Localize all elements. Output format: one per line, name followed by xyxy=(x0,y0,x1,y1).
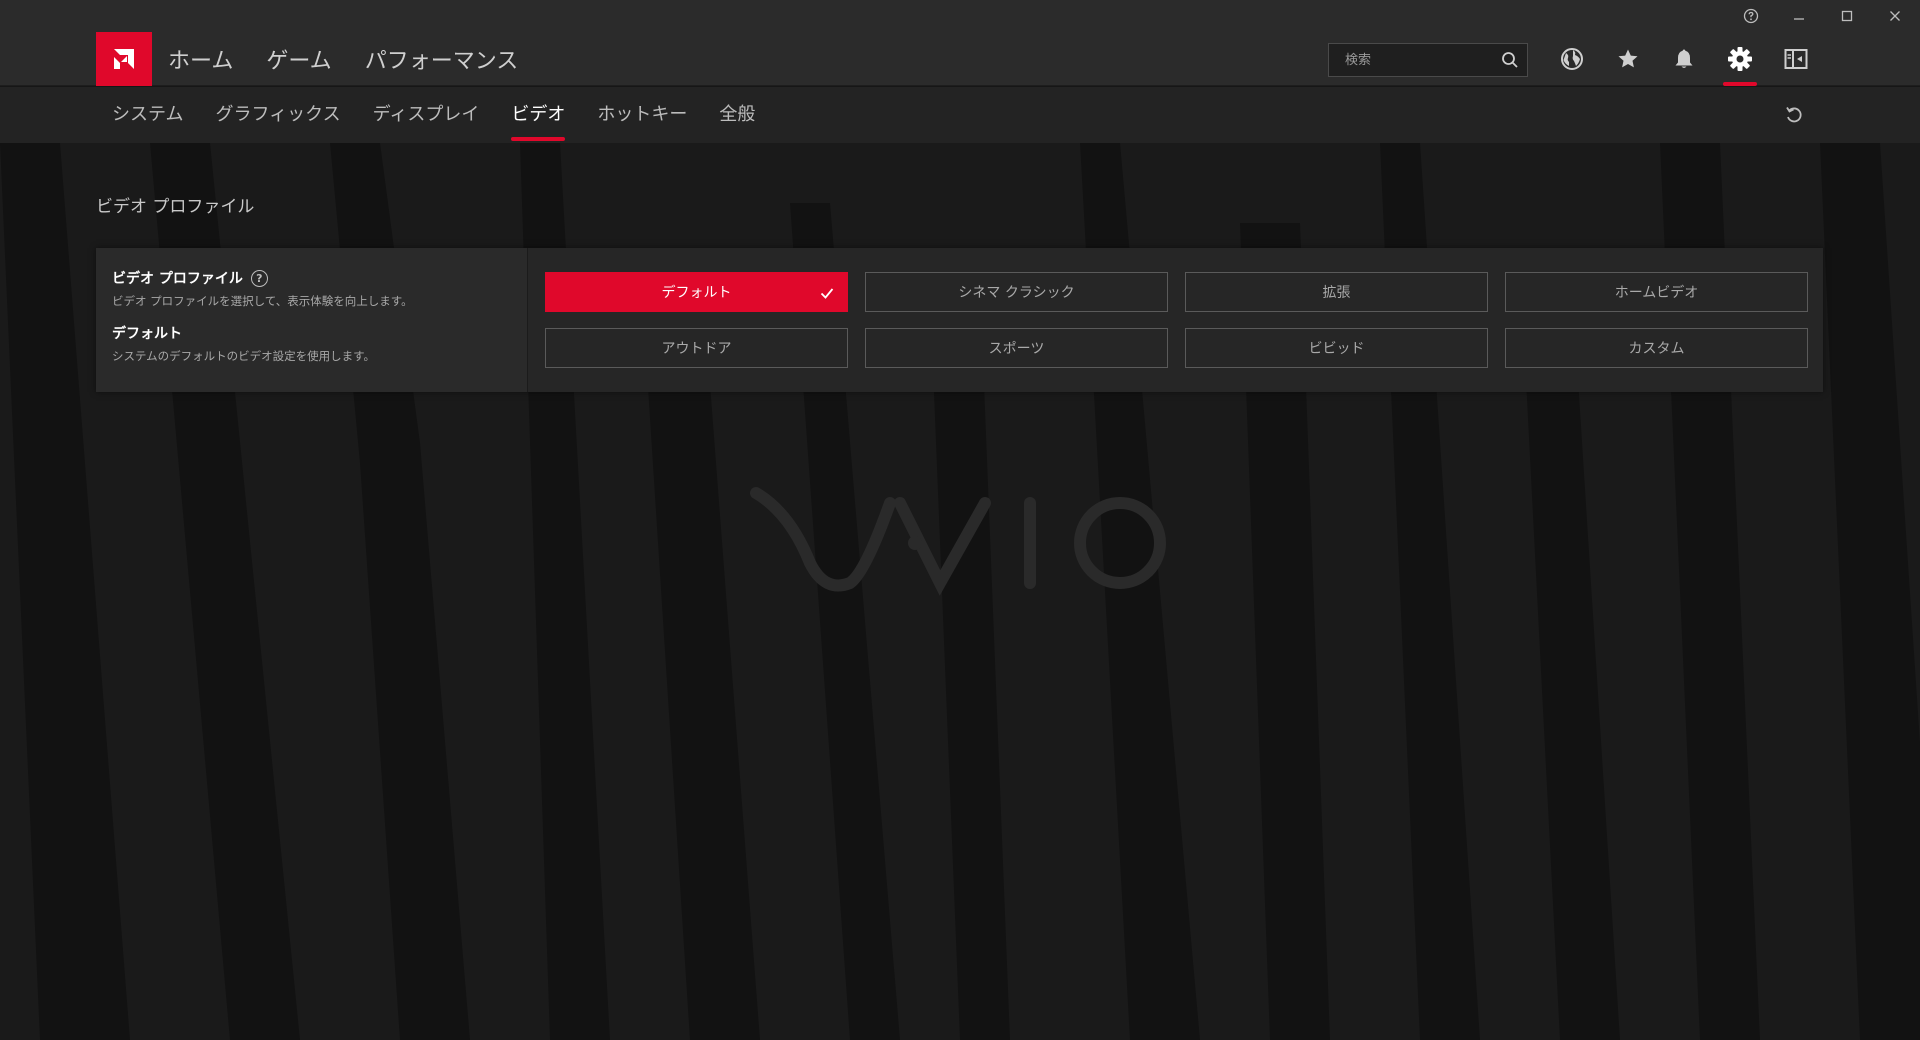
settings-active-indicator xyxy=(1723,82,1757,86)
layout-panel-icon xyxy=(1784,49,1808,69)
preset-label: デフォルト xyxy=(661,285,732,301)
notifications-button[interactable] xyxy=(1664,40,1704,78)
preset-outdoor-button[interactable]: アウトドア xyxy=(545,328,848,368)
preset-label: アウトドア xyxy=(661,341,732,357)
main-nav-games[interactable]: ゲーム xyxy=(266,43,331,75)
section-title: ビデオ プロファイル xyxy=(96,197,255,217)
main-header: ホーム ゲーム パフォーマンス xyxy=(0,32,1920,86)
preset-label: カスタム xyxy=(1628,341,1685,357)
tab-video[interactable]: ビデオ xyxy=(511,87,566,143)
globe-icon xyxy=(1561,48,1583,70)
preset-sports-button[interactable]: スポーツ xyxy=(865,328,1168,368)
selected-profile-description: システムのデフォルトのビデオ設定を使用します。 xyxy=(112,349,376,363)
profile-presets: デフォルト シネマ クラシック 拡張 ホームビデオ アウトドア スポーツ ビビッ… xyxy=(545,272,1808,368)
settings-button[interactable] xyxy=(1720,40,1760,78)
preset-home-video-button[interactable]: ホームビデオ xyxy=(1505,272,1808,312)
favorites-button[interactable] xyxy=(1608,40,1648,78)
help-icon[interactable]: ? xyxy=(250,269,268,287)
settings-tabs: システム グラフィックス ディスプレイ ビデオ ホットキー 全般 xyxy=(112,87,755,143)
globe-button[interactable] xyxy=(1552,40,1592,78)
preset-label: スポーツ xyxy=(988,341,1045,357)
vaio-logo-watermark xyxy=(750,487,1166,596)
window-maximize-button[interactable] xyxy=(1823,0,1871,32)
window-titlebar xyxy=(0,0,1920,32)
option-description: ビデオ プロファイルを選択して、表示体験を向上します。 xyxy=(112,294,413,308)
close-icon xyxy=(1890,11,1900,21)
option-title: ビデオ プロファイル xyxy=(112,271,243,287)
bell-icon xyxy=(1675,49,1693,68)
main-nav-performance[interactable]: パフォーマンス xyxy=(365,43,519,75)
preset-enhanced-button[interactable]: 拡張 xyxy=(1185,272,1488,312)
main-nav: ホーム ゲーム パフォーマンス xyxy=(168,32,518,86)
reset-icon xyxy=(1786,107,1802,123)
preset-vivid-button[interactable]: ビビッド xyxy=(1185,328,1488,368)
maximize-icon xyxy=(1841,10,1853,22)
check-icon xyxy=(820,288,834,299)
main-nav-home[interactable]: ホーム xyxy=(168,43,233,75)
settings-subnav: システム グラフィックス ディスプレイ ビデオ ホットキー 全般 xyxy=(0,87,1920,143)
search-icon[interactable] xyxy=(1501,51,1519,69)
preset-label: 拡張 xyxy=(1322,285,1351,301)
tab-general[interactable]: 全般 xyxy=(719,87,755,143)
search-input[interactable] xyxy=(1343,51,1501,69)
window-minimize-button[interactable] xyxy=(1775,0,1823,32)
gear-icon xyxy=(1728,47,1752,71)
layout-panel-button[interactable] xyxy=(1776,40,1816,78)
window-help-button[interactable] xyxy=(1727,0,1775,32)
selected-profile-title: デフォルト xyxy=(112,326,182,342)
preset-custom-button[interactable]: カスタム xyxy=(1505,328,1808,368)
preset-label: ホームビデオ xyxy=(1614,285,1699,301)
search-box xyxy=(1328,43,1528,77)
window-close-button[interactable] xyxy=(1871,0,1919,32)
preset-cinema-classic-button[interactable]: シネマ クラシック xyxy=(865,272,1168,312)
option-title-row: ビデオ プロファイル ? xyxy=(112,268,511,288)
amd-logo-icon xyxy=(114,49,134,69)
tab-system[interactable]: システム xyxy=(112,87,183,143)
video-profile-info: ビデオ プロファイル ? ビデオ プロファイルを選択して、表示体験を向上します。… xyxy=(96,248,528,392)
preset-label: ビビッド xyxy=(1308,341,1365,357)
tab-display[interactable]: ディスプレイ xyxy=(373,87,480,143)
amd-logo[interactable] xyxy=(96,32,152,86)
reset-button[interactable] xyxy=(1778,99,1810,131)
video-profile-panel: ビデオ プロファイル ? ビデオ プロファイルを選択して、表示体験を向上します。… xyxy=(96,248,1823,392)
preset-label: シネマ クラシック xyxy=(958,285,1075,301)
tab-graphics[interactable]: グラフィックス xyxy=(215,87,340,143)
preset-default-button[interactable]: デフォルト xyxy=(545,272,848,312)
star-icon xyxy=(1618,49,1638,68)
minimize-icon xyxy=(1794,18,1804,20)
tab-hotkeys[interactable]: ホットキー xyxy=(597,87,687,143)
help-icon xyxy=(1743,8,1759,24)
